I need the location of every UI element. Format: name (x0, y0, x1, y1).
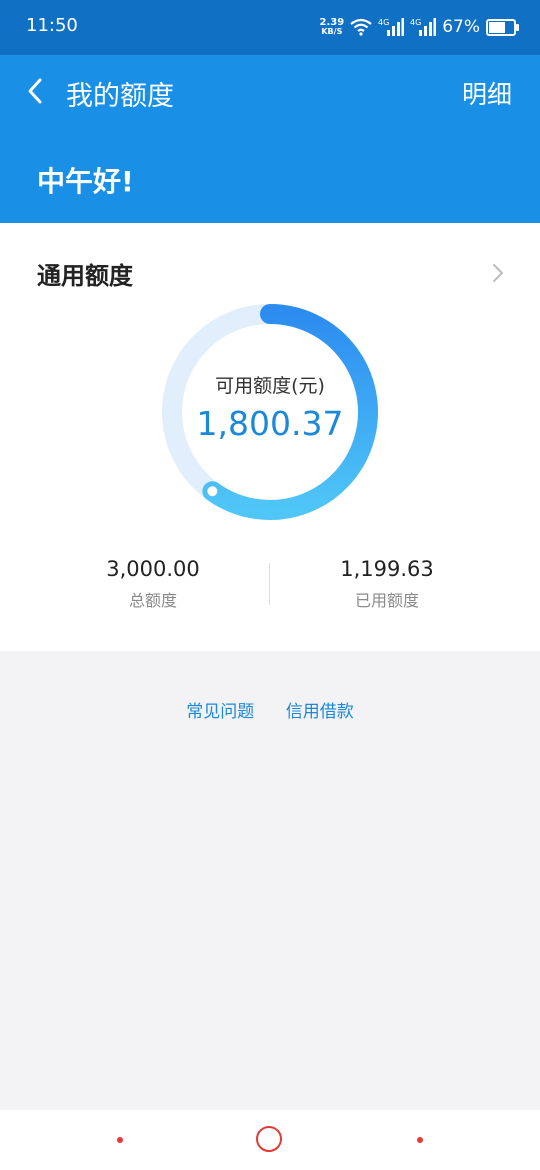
status-indicators: 2.39 KB/S 4G 4G 67% (319, 13, 519, 41)
chevron-right-icon[interactable] (490, 261, 506, 285)
status-bar: 11:50 2.39 KB/S 4G 4G 67% (0, 0, 540, 55)
net-speed-unit: KB/S (321, 27, 343, 36)
signal-icon: 4G (378, 18, 405, 36)
back-arrow-icon[interactable] (18, 73, 54, 109)
wifi-icon (350, 18, 372, 36)
total-credit-stat: 3,000.00 总额度 (53, 557, 253, 611)
ring-progress-knob (207, 486, 218, 497)
card-title: 通用额度 (37, 262, 133, 290)
greeting-text: 中午好! (37, 165, 134, 198)
available-credit-label: 可用额度(元) (215, 375, 325, 397)
nav-home-button[interactable] (256, 1126, 282, 1152)
used-credit-stat: 1,199.63 已用额度 (287, 557, 487, 611)
system-nav-bar (0, 1110, 540, 1170)
nav-back-button[interactable] (117, 1137, 123, 1143)
credit-limit-card[interactable]: 通用额度 可用额度(元) 1,800.37 3,000.00 总额度 1,199… (0, 223, 540, 651)
net-speed: 2.39 KB/S (319, 17, 345, 37)
credit-loan-link[interactable]: 信用借款 (286, 702, 354, 722)
battery-percent: 67% (442, 17, 480, 37)
total-credit-amount: 3,000.00 (106, 557, 200, 581)
faq-link[interactable]: 常见问题 (186, 702, 254, 722)
total-credit-label: 总额度 (128, 591, 177, 610)
app-bar: 我的额度 明细 中午好! (0, 55, 540, 223)
page-title: 我的额度 (66, 81, 174, 112)
help-links: 常见问题 信用借款 (0, 697, 540, 722)
net-speed-value: 2.39 (319, 17, 345, 28)
available-credit-amount: 1,800.37 (196, 404, 344, 443)
nav-recents-button[interactable] (417, 1137, 423, 1143)
stat-divider (269, 563, 270, 605)
used-credit-amount: 1,199.63 (340, 557, 434, 581)
battery-icon (486, 18, 519, 36)
signal-label-1: 4G (378, 18, 389, 27)
signal-label-2: 4G (410, 18, 421, 27)
battery-level (489, 21, 506, 33)
used-credit-label: 已用额度 (354, 591, 419, 610)
status-time: 11:50 (26, 15, 78, 36)
signal-icon: 4G (410, 18, 437, 36)
detail-button[interactable]: 明细 (462, 75, 512, 111)
